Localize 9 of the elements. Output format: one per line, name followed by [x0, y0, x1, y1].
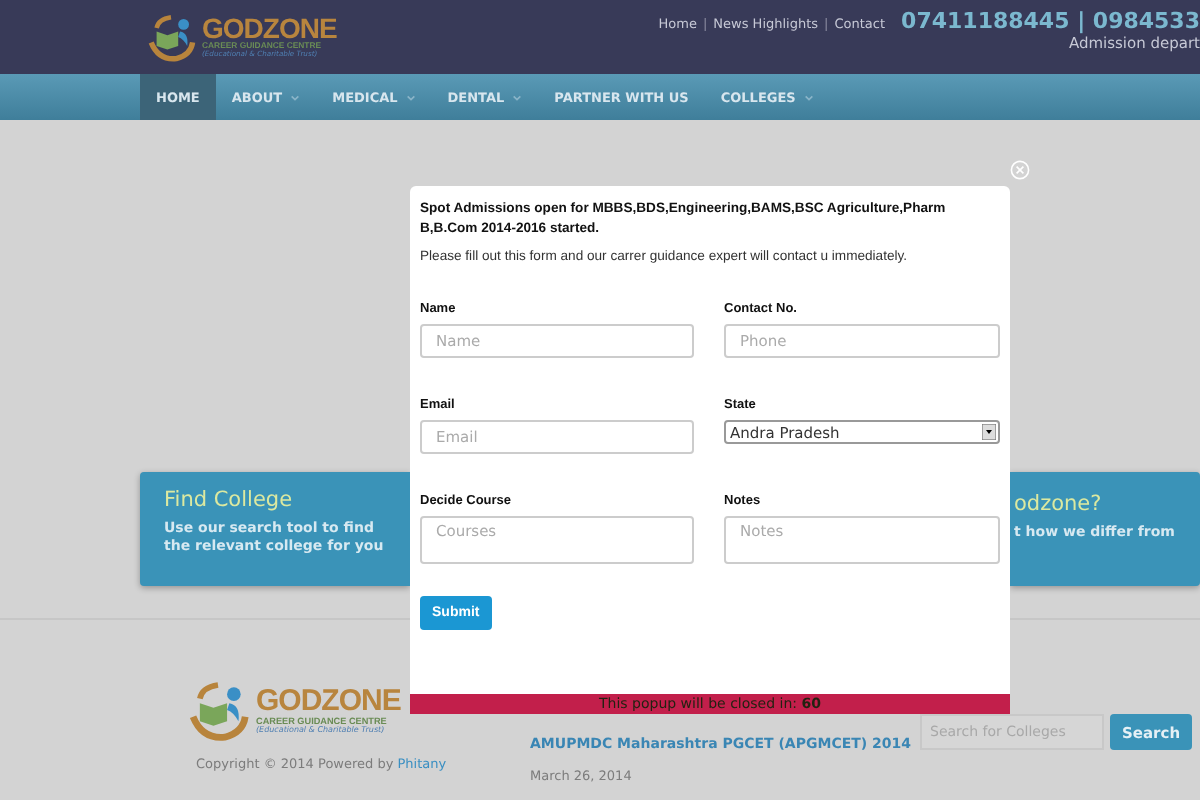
dropdown-icon: [982, 424, 996, 441]
card-title: odzone?: [1014, 492, 1104, 516]
close-icon[interactable]: [1010, 160, 1030, 180]
phone-number: 07411188445 | 0984533: [901, 7, 1200, 33]
logo-wordmark: GODZONE: [202, 14, 337, 43]
logo-icon: [144, 10, 198, 64]
card-title: Find College: [164, 488, 295, 512]
logo-icon: [184, 676, 252, 744]
logo-wordmark: GODZONE: [256, 685, 401, 716]
